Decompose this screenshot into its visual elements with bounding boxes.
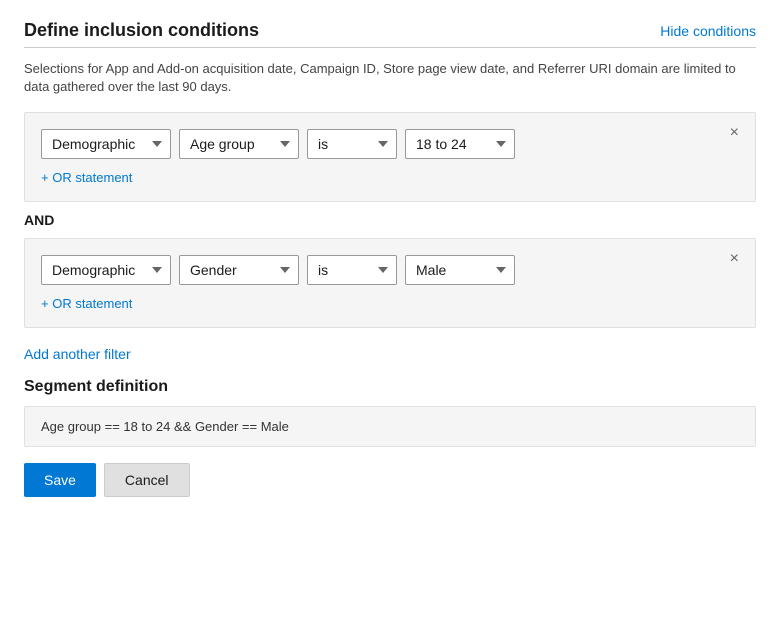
filter-2-demographic-select[interactable]: Demographic <box>41 255 171 285</box>
page-title: Define inclusion conditions <box>24 20 259 41</box>
filter-card-2: × Demographic Gender is Male + OR statem… <box>24 238 756 328</box>
filter-1-or-statement-link[interactable]: + OR statement <box>41 170 132 185</box>
filter-1-value-select[interactable]: 18 to 24 <box>405 129 515 159</box>
close-filter-1-button[interactable]: × <box>726 123 743 143</box>
filter-1-operator-select[interactable]: is <box>307 129 397 159</box>
filter-2-field-select[interactable]: Gender <box>179 255 299 285</box>
filter-1-demographic-select[interactable]: Demographic <box>41 129 171 159</box>
info-text: Selections for App and Add-on acquisitio… <box>24 60 756 96</box>
filter-1-row: Demographic Age group is 18 to 24 <box>41 129 739 159</box>
filter-2-or-statement-link[interactable]: + OR statement <box>41 296 132 311</box>
button-row: Save Cancel <box>24 463 756 497</box>
segment-definition-box: Age group == 18 to 24 && Gender == Male <box>24 406 756 447</box>
page-container: Define inclusion conditions Hide conditi… <box>0 0 780 517</box>
segment-definition-text: Age group == 18 to 24 && Gender == Male <box>41 419 289 434</box>
add-filter-link[interactable]: Add another filter <box>24 346 131 362</box>
header-row: Define inclusion conditions Hide conditi… <box>24 20 756 41</box>
filter-2-operator-select[interactable]: is <box>307 255 397 285</box>
hide-conditions-link[interactable]: Hide conditions <box>660 23 756 39</box>
segment-section-title: Segment definition <box>24 378 756 396</box>
filter-2-value-select[interactable]: Male <box>405 255 515 285</box>
section-divider <box>24 47 756 48</box>
close-filter-2-button[interactable]: × <box>726 249 743 269</box>
save-button[interactable]: Save <box>24 463 96 497</box>
filter-1-field-select[interactable]: Age group <box>179 129 299 159</box>
filter-card-1: × Demographic Age group is 18 to 24 + OR… <box>24 112 756 202</box>
and-label: AND <box>24 212 756 228</box>
segment-section: Segment definition Age group == 18 to 24… <box>24 378 756 447</box>
filter-2-row: Demographic Gender is Male <box>41 255 739 285</box>
cancel-button[interactable]: Cancel <box>104 463 190 497</box>
